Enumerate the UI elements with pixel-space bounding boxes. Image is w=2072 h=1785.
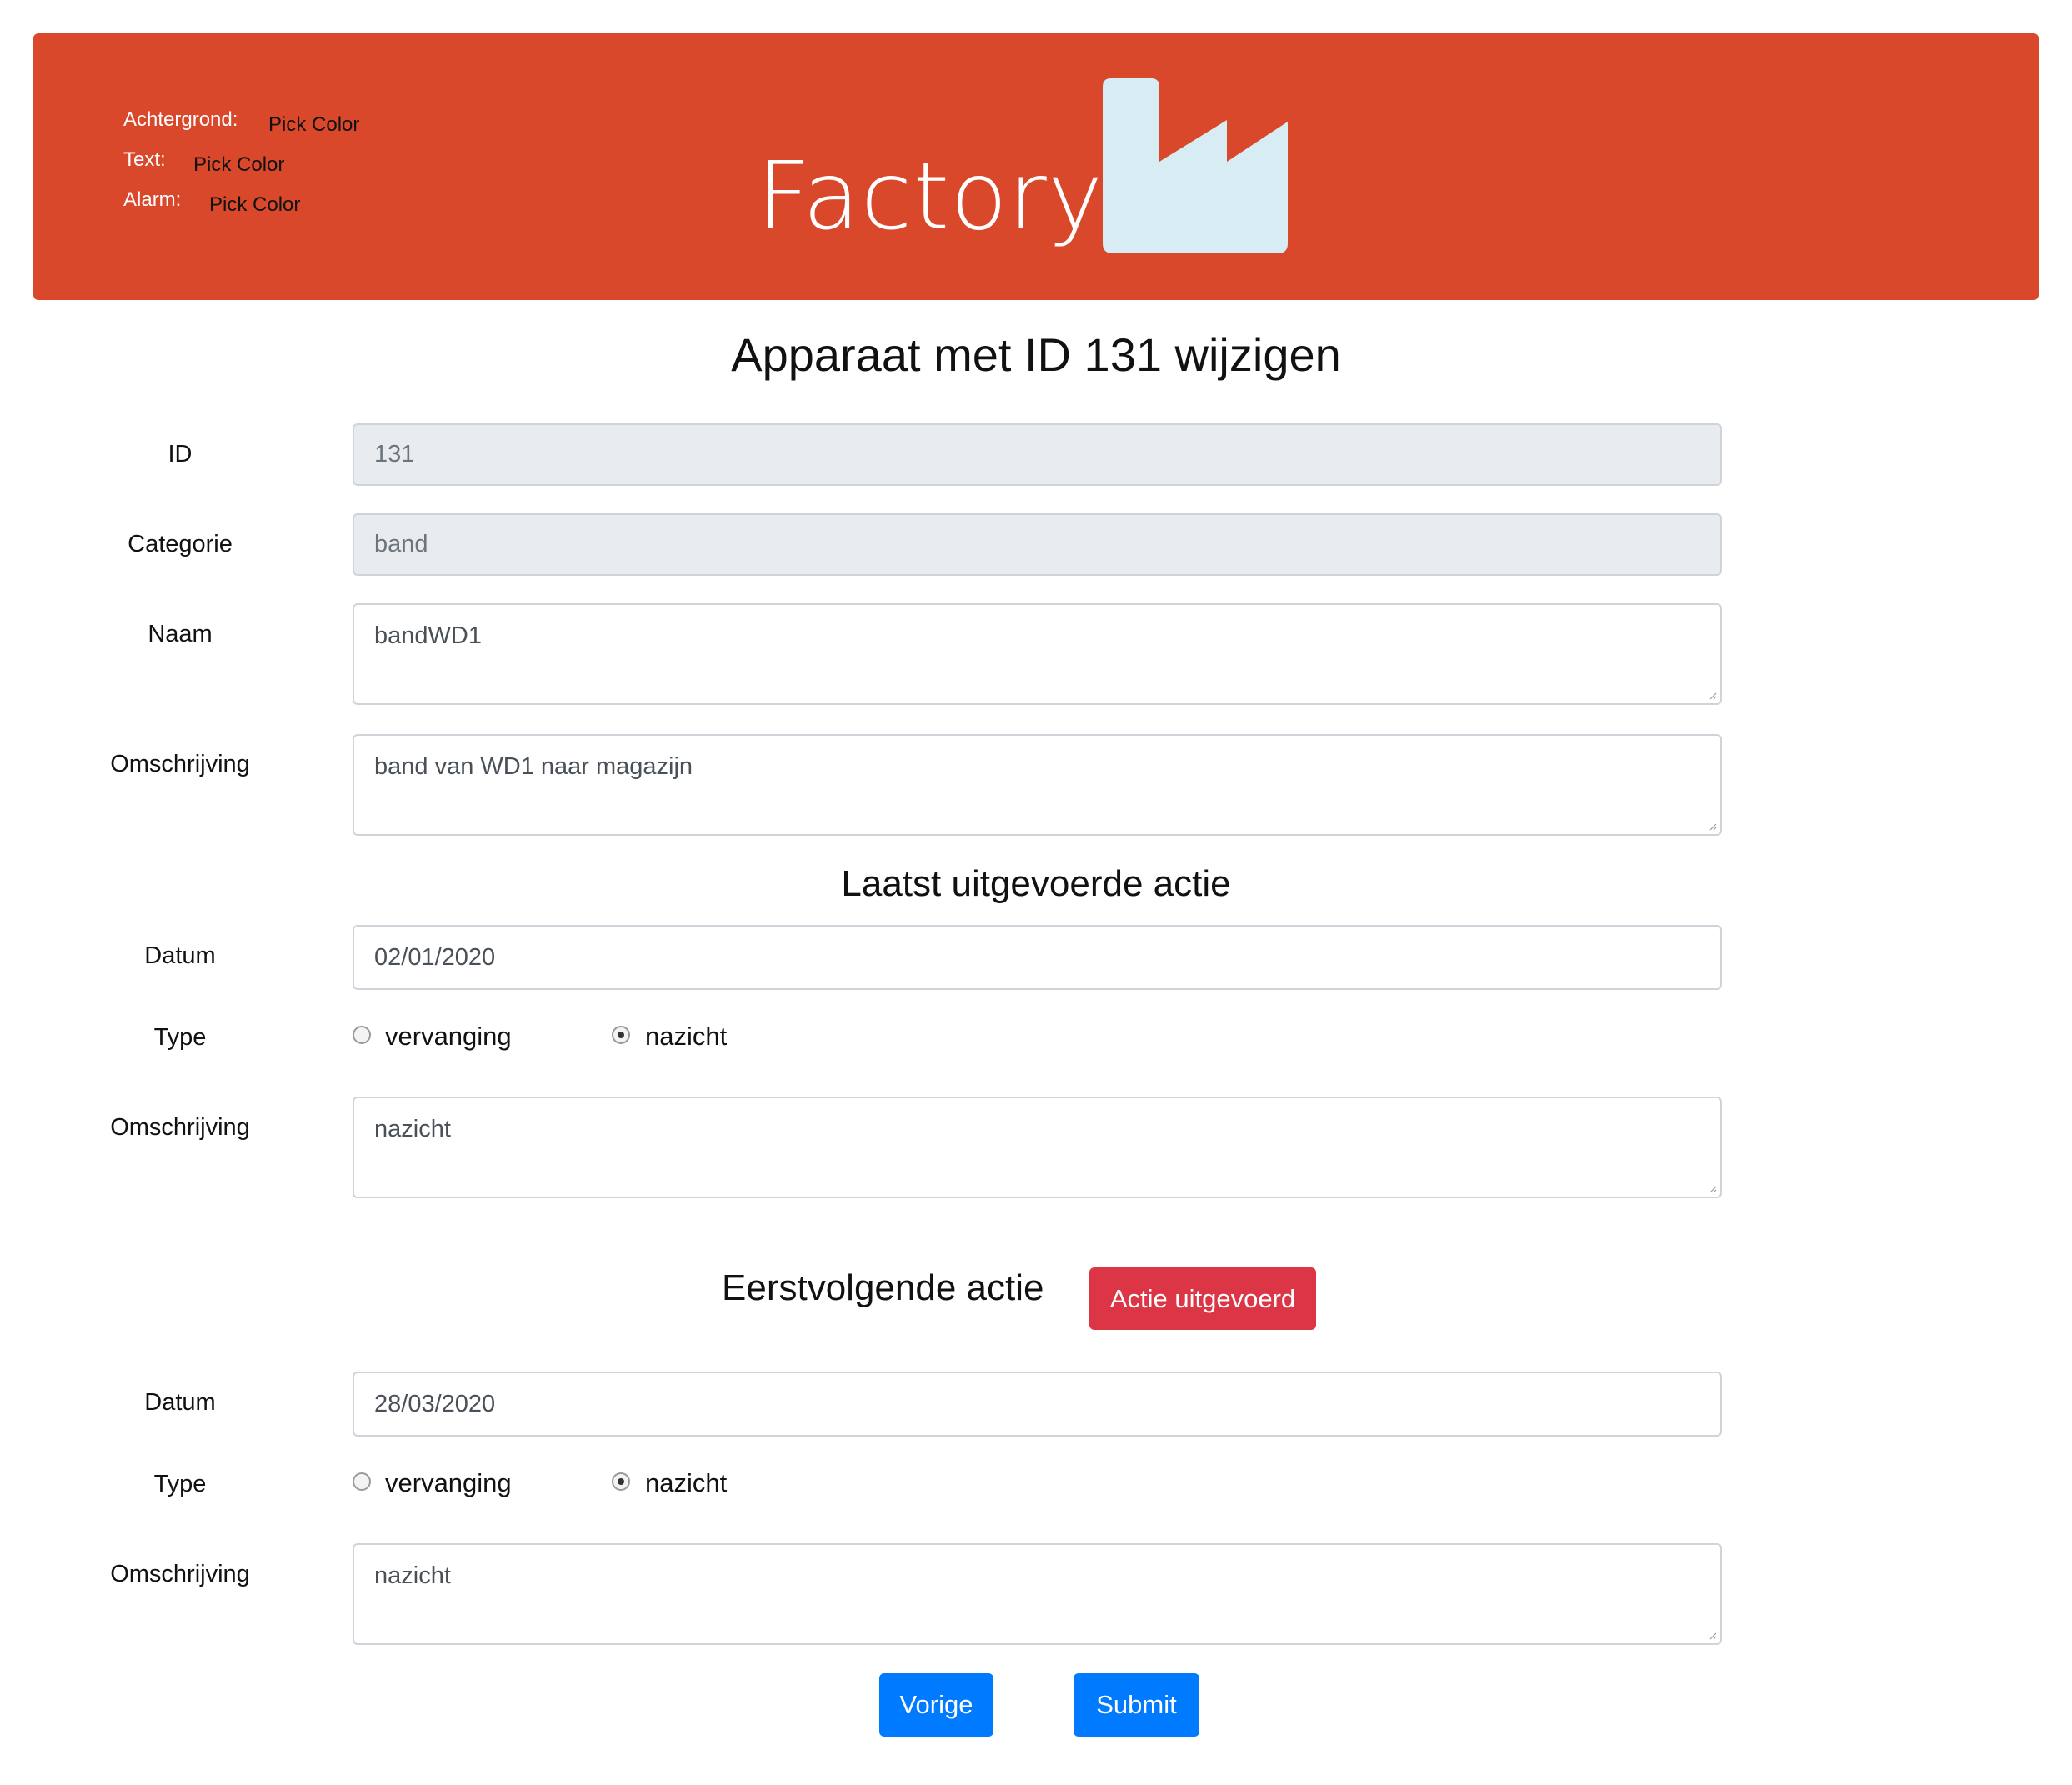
background-color-label: Achtergrond: — [123, 108, 238, 131]
last-action-vervanging-label: vervanging — [385, 1022, 512, 1051]
id-field: 131 — [353, 423, 1722, 486]
next-action-date-label: Datum — [144, 1389, 216, 1416]
next-action-date-input[interactable]: 28/03/2020 — [353, 1372, 1722, 1437]
factory-icon — [1103, 78, 1288, 253]
submit-button[interactable]: Submit — [1074, 1673, 1199, 1737]
description-label: Omschrijving — [110, 751, 250, 778]
next-action-description-value: nazicht — [374, 1562, 451, 1589]
last-action-nazicht-label: nazicht — [645, 1022, 728, 1051]
next-action-nazicht-radio[interactable] — [612, 1472, 630, 1491]
description-textarea[interactable]: band van WD1 naar magazijn — [353, 734, 1722, 836]
last-action-heading: Laatst uitgevoerde actie — [841, 863, 1231, 904]
resize-grip-icon[interactable] — [1709, 1185, 1717, 1193]
name-value: bandWD1 — [374, 622, 482, 649]
last-action-date-input[interactable]: 02/01/2020 — [353, 925, 1722, 990]
last-action-nazicht-radio[interactable] — [612, 1026, 630, 1044]
next-action-vervanging-label: vervanging — [385, 1468, 512, 1498]
next-action-description-label: Omschrijving — [110, 1561, 250, 1588]
category-field: band — [353, 513, 1722, 576]
resize-grip-icon[interactable] — [1709, 1632, 1717, 1640]
resize-grip-icon[interactable] — [1709, 822, 1717, 831]
last-action-description-label: Omschrijving — [110, 1114, 250, 1141]
pick-text-color-button[interactable]: Pick Color — [193, 153, 284, 177]
action-done-button[interactable]: Actie uitgevoerd — [1089, 1268, 1316, 1330]
last-action-vervanging-radio[interactable] — [353, 1026, 371, 1044]
next-action-nazicht-label: nazicht — [645, 1468, 728, 1498]
pick-background-color-button[interactable]: Pick Color — [268, 113, 359, 137]
background-color-setting: Achtergrond: — [123, 108, 238, 142]
next-action-heading: Eerstvolgende actie — [722, 1268, 1044, 1308]
description-value: band van WD1 naar magazijn — [374, 753, 693, 780]
alarm-color-label: Alarm: — [123, 188, 182, 211]
name-label: Naam — [148, 621, 213, 648]
last-action-type-label: Type — [153, 1024, 207, 1051]
id-label: ID — [168, 441, 193, 468]
name-textarea[interactable]: bandWD1 — [353, 603, 1722, 705]
app-header: Achtergrond: Pick Color Text: Pick Color… — [33, 33, 2039, 300]
pick-alarm-color-button[interactable]: Pick Color — [209, 193, 300, 217]
next-action-type-label: Type — [153, 1471, 207, 1498]
previous-button[interactable]: Vorige — [879, 1673, 993, 1737]
text-color-label: Text: — [123, 148, 166, 171]
next-action-vervanging-radio[interactable] — [353, 1472, 371, 1491]
last-action-description-textarea[interactable]: nazicht — [353, 1097, 1722, 1198]
resize-grip-icon[interactable] — [1709, 692, 1717, 700]
alarm-color-setting: Alarm: — [123, 188, 181, 222]
brand-title: Factory — [757, 142, 1104, 251]
last-action-description-value: nazicht — [374, 1116, 451, 1142]
page-title: Apparaat met ID 131 wijzigen — [731, 328, 1341, 381]
text-color-setting: Text: — [123, 148, 166, 182]
next-action-description-textarea[interactable]: nazicht — [353, 1543, 1722, 1645]
category-label: Categorie — [128, 531, 233, 558]
last-action-date-label: Datum — [144, 942, 216, 969]
